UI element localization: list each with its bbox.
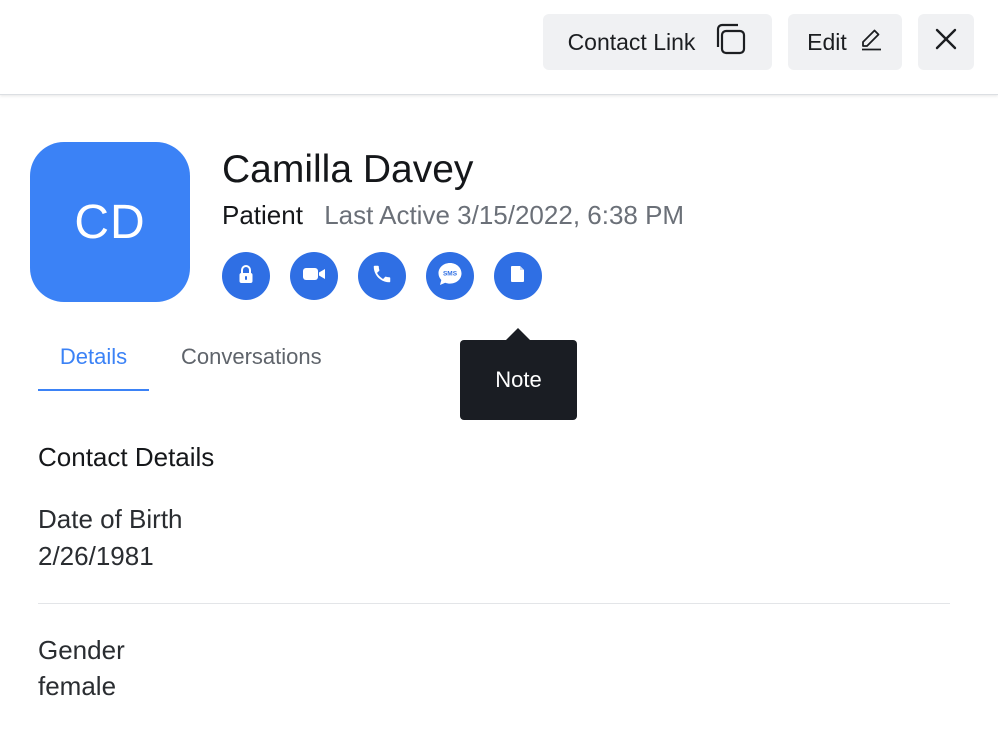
contact-details-heading: Contact Details bbox=[38, 442, 215, 472]
dob-label: Date of Birth bbox=[38, 504, 183, 534]
gender-value: female bbox=[38, 671, 117, 701]
note-icon bbox=[508, 264, 528, 289]
panel-header: Contact Link Edit bbox=[0, 0, 998, 95]
avatar: CD bbox=[30, 142, 190, 302]
tooltip-text: Note bbox=[495, 367, 542, 392]
video-icon bbox=[302, 265, 326, 288]
last-active: Last Active 3/15/2022, 6:38 PM bbox=[324, 200, 685, 230]
phone-icon bbox=[371, 263, 393, 290]
tab-details[interactable]: Details bbox=[38, 344, 149, 370]
field-divider bbox=[38, 603, 950, 604]
tab-conversations[interactable]: Conversations bbox=[181, 344, 322, 370]
active-tab-indicator bbox=[38, 389, 149, 391]
secure-message-button[interactable] bbox=[222, 252, 270, 300]
avatar-initials: CD bbox=[74, 195, 146, 249]
lock-icon bbox=[235, 263, 257, 290]
phone-call-button[interactable] bbox=[358, 252, 406, 300]
close-icon bbox=[934, 27, 958, 57]
sms-icon: SMS bbox=[436, 260, 464, 293]
contact-name: Camilla Davey bbox=[222, 148, 474, 191]
copy-icon bbox=[713, 22, 747, 62]
note-tooltip: Note bbox=[460, 328, 577, 420]
sms-button[interactable]: SMS bbox=[426, 252, 474, 300]
video-call-button[interactable] bbox=[290, 252, 338, 300]
sms-icon-text: SMS bbox=[443, 270, 458, 277]
gender-label: Gender bbox=[38, 635, 125, 665]
contact-role: Patient bbox=[222, 200, 303, 230]
pencil-icon bbox=[859, 27, 883, 57]
contact-link-label: Contact Link bbox=[567, 28, 696, 55]
contact-subline: Patient Last Active 3/15/2022, 6:38 PM bbox=[222, 200, 684, 231]
note-button[interactable] bbox=[494, 252, 542, 300]
edit-button[interactable]: Edit bbox=[788, 14, 902, 70]
close-button[interactable] bbox=[918, 14, 974, 70]
contact-link-button[interactable]: Contact Link bbox=[543, 14, 772, 70]
edit-label: Edit bbox=[807, 28, 847, 55]
dob-value: 2/26/1981 bbox=[38, 541, 154, 571]
